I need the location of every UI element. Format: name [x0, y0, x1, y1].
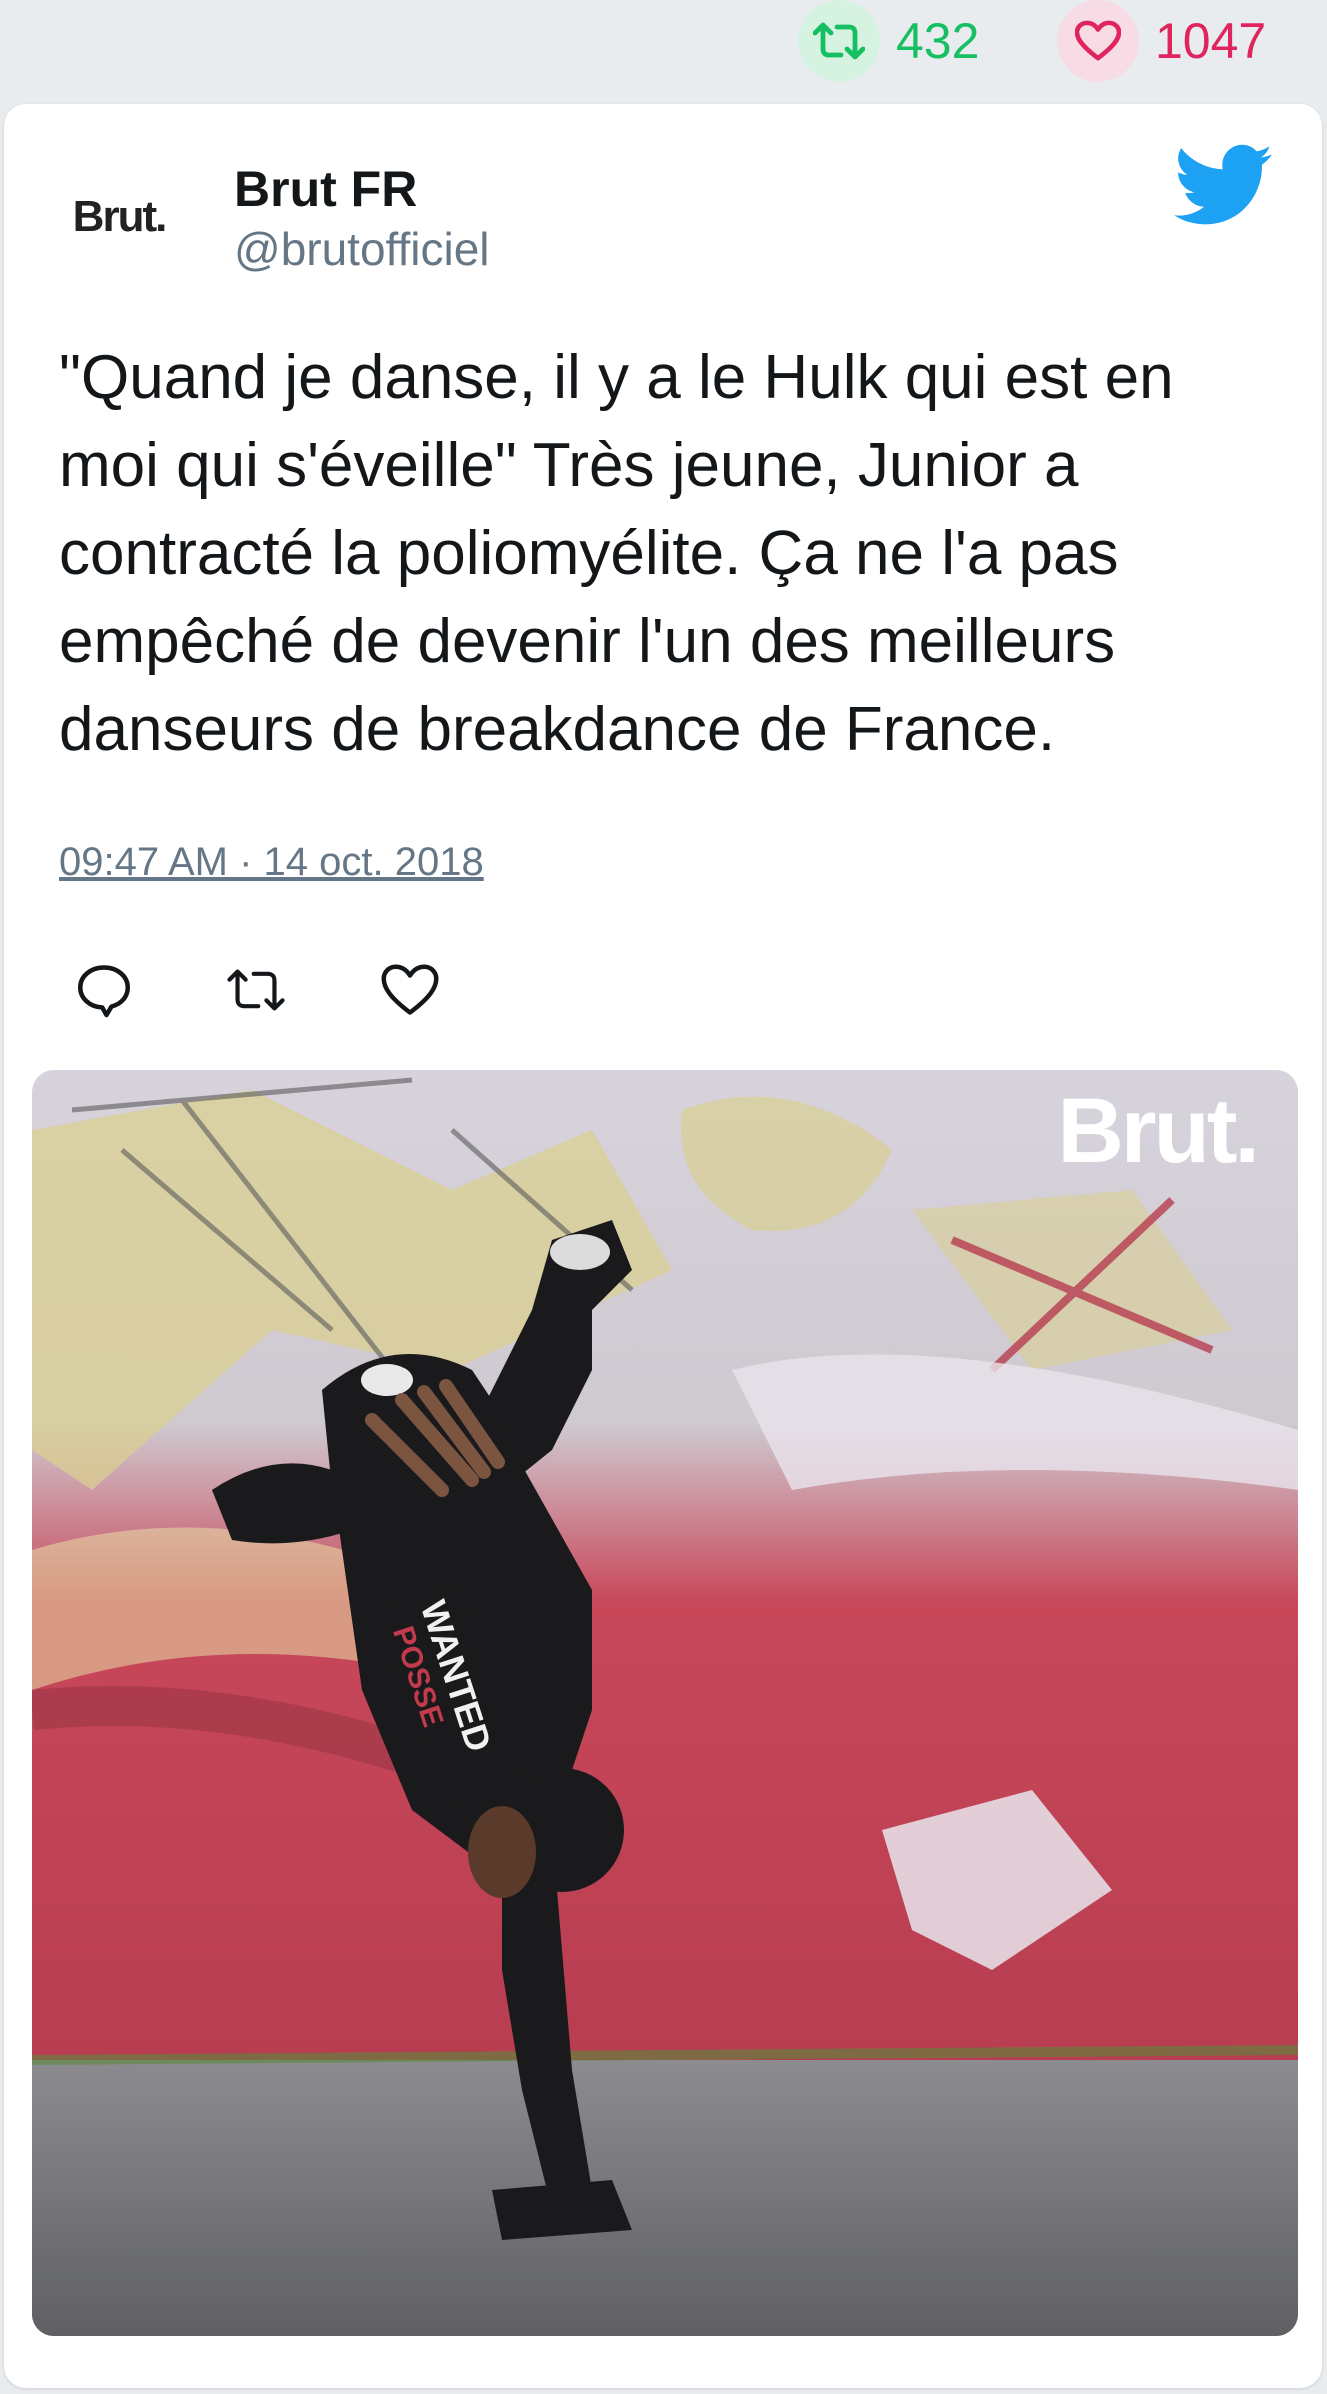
retweet-action-icon[interactable] — [226, 960, 286, 1020]
avatar-logo-text: Brut. — [72, 192, 168, 241]
retweet-count: 432 — [896, 13, 980, 69]
media-image: WANTED POSSE Brut. — [32, 1070, 1298, 2336]
brut-watermark: Brut. — [1057, 1080, 1257, 1182]
avatar[interactable]: Brut. — [54, 152, 184, 282]
retweet-icon — [798, 0, 880, 82]
tweet-timestamp[interactable]: 09:47 AM · 14 oct. 2018 — [59, 840, 484, 885]
heart-icon — [1057, 0, 1139, 82]
like-action-icon[interactable] — [380, 960, 440, 1020]
retweet-stat[interactable]: 432 — [798, 0, 979, 82]
author-name[interactable]: Brut FR — [234, 160, 417, 218]
reply-icon[interactable] — [74, 960, 134, 1020]
tweet-card: Brut. Brut FR @brutofficiel "Quand je da… — [4, 104, 1322, 2388]
like-count: 1047 — [1155, 13, 1267, 69]
tweet-text: "Quand je danse, il y a le Hulk qui est … — [59, 343, 1174, 764]
author-handle[interactable]: @brutofficiel — [234, 222, 490, 276]
twitter-bird-icon[interactable] — [1174, 144, 1274, 228]
like-stat[interactable]: 1047 — [1057, 0, 1266, 82]
tweet-media-video[interactable]: WANTED POSSE Brut. — [32, 1070, 1298, 2336]
engagement-bar: 432 1047 — [0, 0, 1327, 100]
